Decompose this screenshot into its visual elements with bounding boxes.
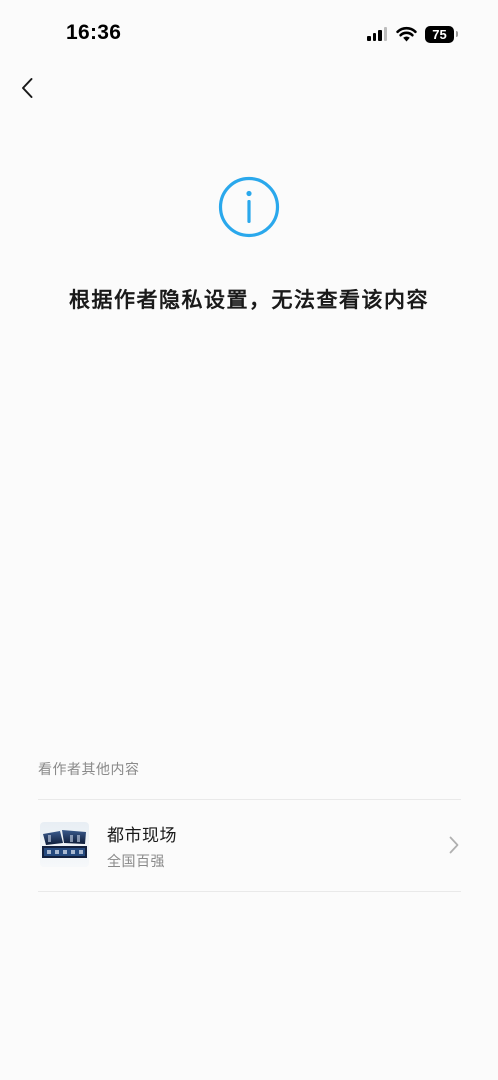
status-bar: 16:36 75: [0, 0, 498, 70]
battery-icon: 75: [425, 25, 458, 43]
signal-icon: [367, 27, 387, 41]
info-icon: [218, 176, 280, 238]
status-time: 16:36: [66, 21, 122, 44]
chevron-left-icon: [22, 78, 33, 98]
author-subtitle: 全国百强: [107, 854, 165, 870]
author-avatar: [40, 822, 89, 867]
author-row[interactable]: 都市现场 全国百强: [38, 800, 461, 891]
divider: [38, 891, 461, 892]
wifi-icon: [396, 26, 417, 42]
privacy-notice: 根据作者隐私设置，无法查看该内容: [69, 288, 429, 312]
chevron-right-icon: [449, 836, 459, 854]
battery-level: 75: [432, 26, 447, 42]
author-name: 都市现场: [107, 826, 177, 846]
status-icons: 75: [367, 24, 458, 44]
back-button[interactable]: [12, 72, 42, 104]
section-title: 看作者其他内容: [38, 762, 140, 778]
